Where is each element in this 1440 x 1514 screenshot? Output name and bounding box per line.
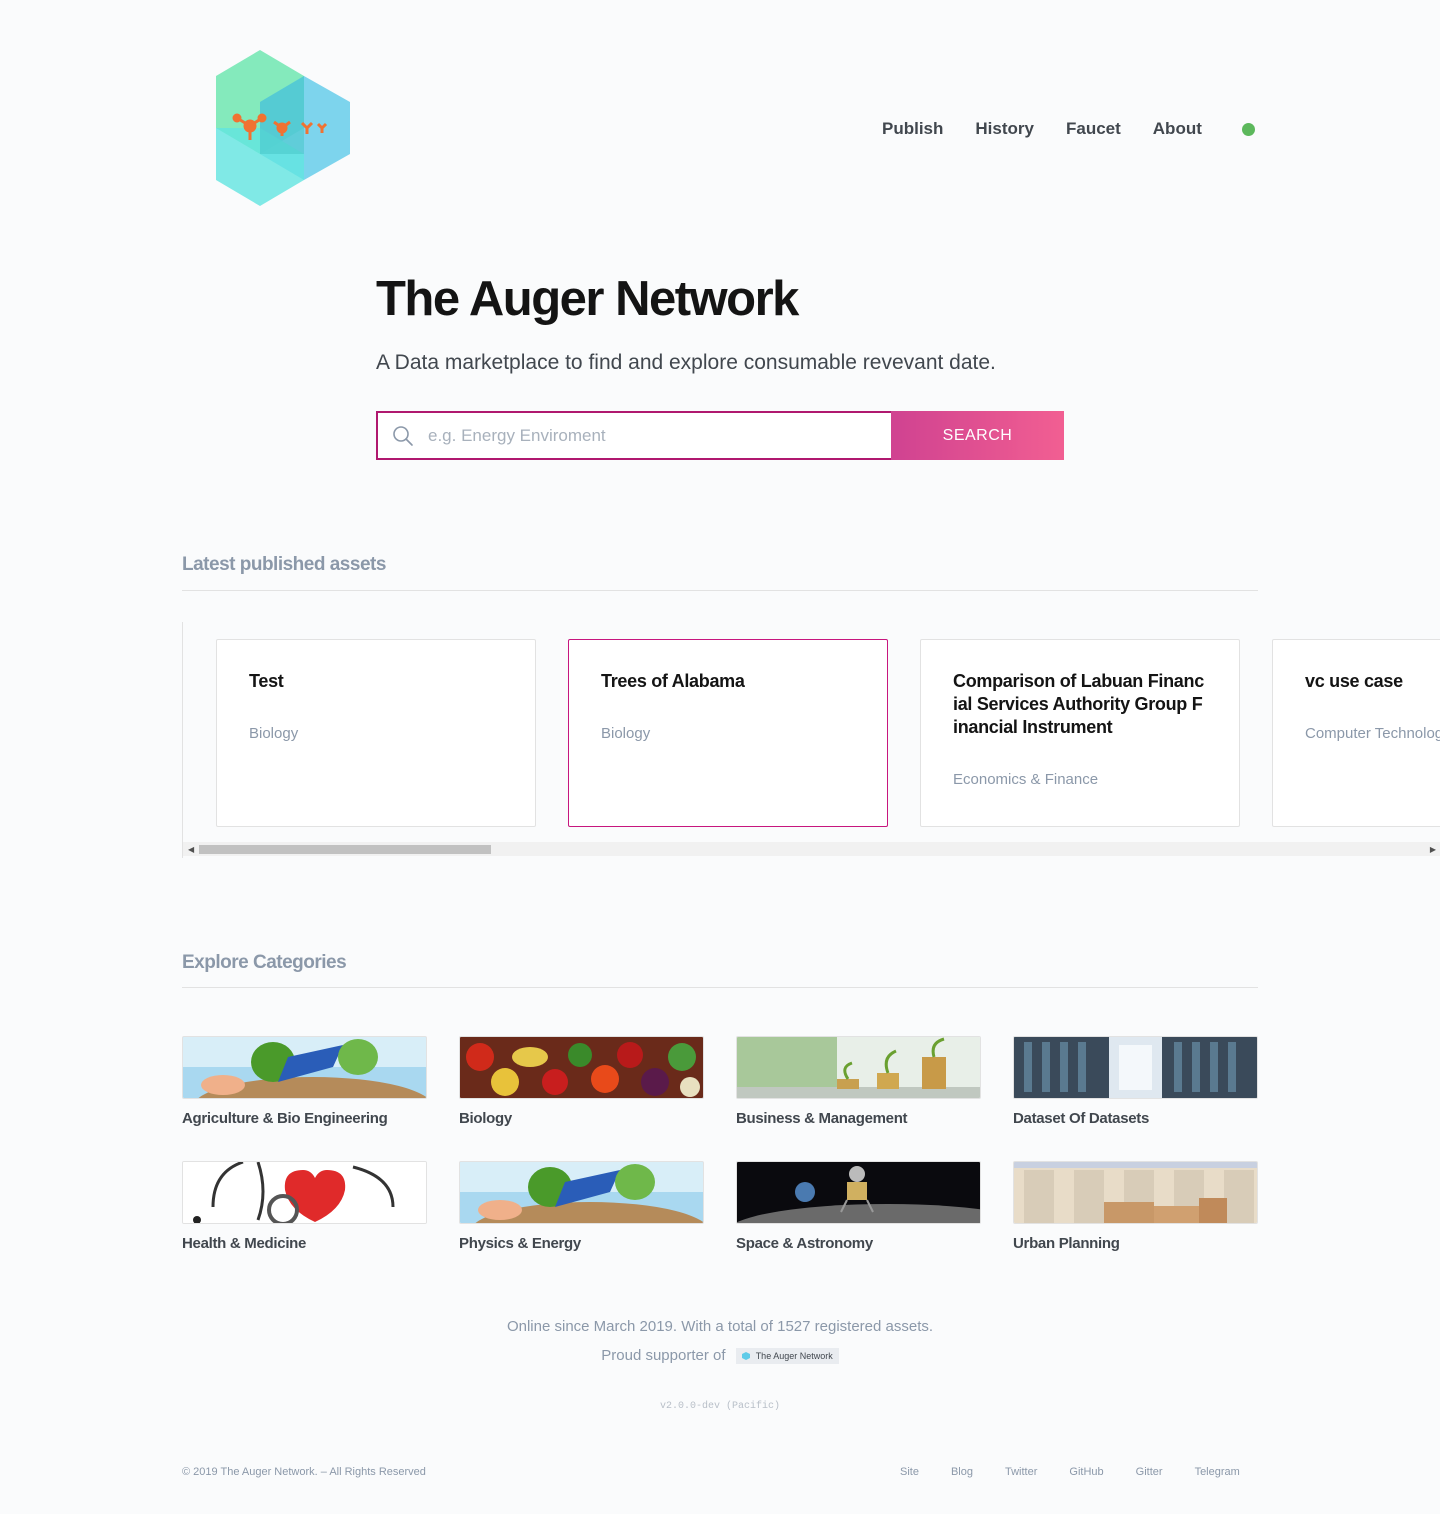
category-datasets[interactable]: Dataset Of Datasets [1013, 1036, 1258, 1127]
nav-history[interactable]: History [975, 119, 1034, 139]
stethoscope-heart-image [182, 1161, 427, 1224]
category-label: Biology [459, 1110, 512, 1127]
category-label: Urban Planning [1013, 1235, 1120, 1252]
asset-title: Trees of Alabama [601, 671, 745, 691]
category-urban[interactable]: Urban Planning [1013, 1161, 1258, 1252]
category-business[interactable]: Business & Management [736, 1036, 981, 1127]
solar-panel-tree-image [459, 1161, 704, 1224]
asset-category: Biology [249, 725, 299, 742]
nav-faucet[interactable]: Faucet [1066, 119, 1121, 139]
asset-card[interactable]: Comparison of Labuan Financial Services … [920, 639, 1240, 827]
stats-text: Online since March 2019. With a total of… [506, 1318, 934, 1335]
footer-link-gitter[interactable]: Gitter [1136, 1466, 1163, 1478]
asset-category: Economics & Finance [953, 771, 1099, 788]
asset-title: Test [249, 671, 284, 691]
supporter-badge[interactable]: The Auger Network [735, 1348, 839, 1365]
category-label: Health & Medicine [182, 1235, 307, 1252]
moon-lander-image [736, 1161, 981, 1224]
divider [182, 987, 1258, 988]
footer-link-twitter[interactable]: Twitter [1005, 1466, 1037, 1478]
footer-link-telegram[interactable]: Telegram [1195, 1466, 1240, 1478]
category-physics[interactable]: Physics & Energy [459, 1161, 704, 1252]
asset-carousel: Test Biology Trees of Alabama Biology Co… [182, 622, 1440, 858]
footer-link-blog[interactable]: Blog [951, 1466, 973, 1478]
badge-label: The Auger Network [755, 1351, 833, 1362]
asset-card[interactable]: Trees of Alabama Biology [568, 639, 888, 827]
category-label: Business & Management [736, 1110, 908, 1127]
categories-heading: Explore Categories [182, 952, 347, 973]
divider [182, 590, 1258, 591]
asset-card-list: Test Biology Trees of Alabama Biology Co… [216, 639, 1440, 827]
category-label: Dataset Of Datasets [1013, 1110, 1150, 1127]
asset-category: Computer Technology [1305, 725, 1440, 742]
footer-link-site[interactable]: Site [900, 1466, 919, 1478]
scroll-left-arrow-icon[interactable]: ◀ [188, 845, 194, 854]
main-nav: Publish History Faucet About [882, 118, 1255, 140]
coins-plants-image [736, 1036, 981, 1099]
supporter-text: Proud supporter of [601, 1347, 726, 1364]
version-text: v2.0.0-dev (Pacific) [659, 1401, 781, 1412]
page-title: The Auger Network [376, 272, 799, 326]
vegetables-image [459, 1036, 704, 1099]
server-room-image [1013, 1036, 1258, 1099]
scroll-right-arrow-icon[interactable]: ▶ [1430, 845, 1436, 854]
warehouse-boxes-image [1013, 1161, 1258, 1224]
asset-card[interactable]: vc use case Computer Technology [1272, 639, 1440, 827]
category-label: Physics & Energy [459, 1235, 581, 1252]
network-status-indicator [1241, 122, 1255, 136]
copyright-text: © 2019 The Auger Network. – All Rights R… [182, 1466, 426, 1478]
category-biology[interactable]: Biology [459, 1036, 704, 1127]
category-space[interactable]: Space & Astronomy [736, 1161, 981, 1252]
footer-link-github[interactable]: GitHub [1069, 1466, 1103, 1478]
asset-card[interactable]: Test Biology [216, 639, 536, 827]
solar-panel-tree-image [182, 1036, 427, 1099]
nav-about[interactable]: About [1153, 119, 1202, 139]
search-input[interactable] [426, 424, 870, 447]
scrollbar-thumb[interactable] [199, 845, 491, 854]
asset-category: Biology [601, 725, 651, 742]
auger-logo-icon [741, 1352, 750, 1361]
nav-publish[interactable]: Publish [882, 119, 943, 139]
page-subtitle: A Data marketplace to find and explore c… [376, 351, 996, 374]
asset-title: Comparison of Labuan Financial Services … [953, 671, 1204, 737]
search-icon [393, 425, 413, 446]
supporter-line: Proud supporter of The Auger Network [0, 1347, 1440, 1365]
latest-assets-heading: Latest published assets [182, 554, 386, 575]
category-health[interactable]: Health & Medicine [182, 1161, 427, 1252]
category-label: Space & Astronomy [736, 1235, 873, 1252]
footer-links: Site Blog Twitter GitHub Gitter Telegram [900, 1466, 1240, 1478]
category-agriculture[interactable]: Agriculture & Bio Engineering [182, 1036, 427, 1127]
search-button[interactable]: SEARCH [891, 411, 1064, 460]
category-label: Agriculture & Bio Engineering [182, 1110, 388, 1127]
search-form: SEARCH [376, 411, 1064, 460]
asset-title: vc use case [1305, 671, 1403, 691]
auger-logo[interactable] [212, 48, 352, 208]
horizontal-scrollbar[interactable]: ◀ ▶ [183, 842, 1440, 856]
search-field [376, 411, 891, 460]
